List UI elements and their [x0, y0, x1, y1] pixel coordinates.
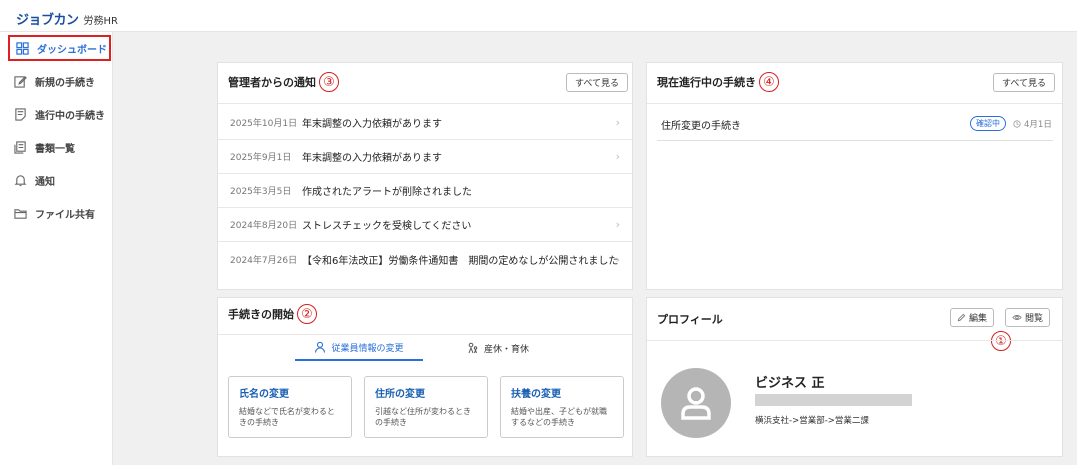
- notice-row[interactable]: 2025年10月1日 年末調整の入力依頼があります ›: [218, 106, 632, 140]
- notice-row[interactable]: 2024年8月20日 ストレスチェックを受検してください ›: [218, 208, 632, 242]
- avatar[interactable]: [661, 368, 731, 438]
- sidebar-item-label: 進行中の手続き: [35, 110, 105, 122]
- notice-row[interactable]: 2024年7月26日 【令和6年法改正】労働条件通知書 期間の定めなしが公開され…: [218, 242, 632, 276]
- procedure-card-desc: 引越など住所が変わるときの手続き: [375, 407, 471, 427]
- annotation-3: ③: [319, 72, 339, 92]
- sidebar-item-new-procedure[interactable]: 新規の手続き: [8, 68, 111, 94]
- status-badge: 確認中: [970, 116, 1006, 131]
- notices-see-all-button[interactable]: すべて見る: [566, 73, 629, 92]
- eye-icon: [1012, 315, 1022, 320]
- pencil-icon: [957, 313, 966, 322]
- notice-date: 2024年8月20日: [230, 221, 298, 231]
- divider: [218, 103, 632, 104]
- procedure-name: 住所変更の手続き: [661, 121, 741, 132]
- clock-icon: [1013, 120, 1021, 128]
- procedure-card-address-change[interactable]: 住所の変更 引越など住所が変わるときの手続き: [364, 376, 488, 438]
- divider: [218, 334, 632, 335]
- logo-main: ジョブカン: [16, 13, 79, 28]
- admin-notices-card: 管理者からの通知 ③ すべて見る 2025年10月1日 年末調整の入力依頼があり…: [217, 62, 633, 290]
- sidebar-item-in-progress[interactable]: 進行中の手続き: [8, 101, 111, 127]
- profile-card: プロフィール 編集 閲覧 ① ビジネス 正 横浜支社->営業部->営業二課: [646, 297, 1063, 457]
- notice-text: 作成されたアラートが削除されました: [302, 187, 472, 198]
- tab-maternity-leave[interactable]: 産休・育休: [458, 335, 538, 361]
- procedure-card-name-change[interactable]: 氏名の変更 結婚などで氏名が変わるときの手続き: [228, 376, 352, 438]
- start-procedure-card: 手続きの開始 ② 従業員情報の変更 産休・育休 氏名の変更 結婚などで氏名が変わ…: [217, 297, 633, 457]
- bell-icon: [14, 174, 27, 187]
- annotation-2: ②: [297, 304, 317, 324]
- sidebar-item-notifications[interactable]: 通知: [8, 167, 111, 193]
- procedure-card-title: 住所の変更: [375, 389, 425, 400]
- sidebar-item-documents[interactable]: 書類一覧: [8, 134, 111, 160]
- folder-icon: [14, 207, 27, 220]
- annotation-4: ④: [759, 72, 779, 92]
- procedure-card-desc: 結婚などで氏名が変わるときの手続き: [239, 407, 335, 427]
- sidebar-item-label: 新規の手続き: [35, 77, 95, 89]
- top-bar: ジョブカン 労務HR: [0, 0, 1077, 32]
- notice-date: 2025年10月1日: [230, 119, 298, 129]
- notice-text: 年末調整の入力依頼があります: [302, 153, 442, 164]
- sidebar: ダッシュボード 新規の手続き 進行中の手続き 書類一覧 通知 ファイル共有: [0, 32, 113, 465]
- notice-date: 2025年9月1日: [230, 153, 292, 163]
- documents-icon: [14, 140, 27, 154]
- document-list-icon: [14, 107, 27, 121]
- chevron-right-icon: ›: [615, 116, 620, 129]
- chevron-right-icon: ›: [615, 252, 620, 266]
- user-silhouette-icon: [681, 387, 711, 420]
- sidebar-item-label: ファイル共有: [35, 209, 95, 221]
- dashboard-grid-icon: [16, 41, 29, 55]
- start-title: 手続きの開始 ②: [228, 304, 317, 324]
- profile-name: ビジネス 正: [755, 376, 825, 391]
- sidebar-item-dashboard[interactable]: ダッシュボード: [8, 35, 111, 61]
- notice-row[interactable]: 2025年9月1日 年末調整の入力依頼があります ›: [218, 140, 632, 174]
- procedure-date: 4月1日: [1013, 118, 1052, 130]
- profile-department: 横浜支社->営業部->営業二課: [755, 416, 869, 426]
- notice-text: 年末調整の入力依頼があります: [302, 119, 442, 130]
- in-progress-card: 現在進行中の手続き ④ すべて見る 住所変更の手続き 確認中 4月1日: [646, 62, 1063, 290]
- profile-body: ビジネス 正 横浜支社->営業部->営業二課: [647, 340, 1062, 456]
- chevron-right-icon: ›: [615, 150, 620, 163]
- tab-employee-info[interactable]: 従業員情報の変更: [295, 335, 423, 361]
- notice-date: 2024年7月26日: [230, 255, 298, 266]
- sidebar-item-label: ダッシュボード: [37, 44, 107, 56]
- person-icon: [315, 341, 326, 353]
- notice-date: 2025年3月5日: [230, 187, 292, 197]
- in-progress-title: 現在進行中の手続き ④: [657, 72, 779, 92]
- procedure-card-title: 氏名の変更: [239, 389, 289, 400]
- in-progress-see-all-button[interactable]: すべて見る: [993, 73, 1056, 92]
- notice-text: 【令和6年法改正】労働条件通知書 期間の定めなしが公開されました: [302, 255, 619, 267]
- procedure-card-dependent-change[interactable]: 扶養の変更 結婚や出産、子どもが就職するなどの手続き: [500, 376, 624, 438]
- notice-text: ストレスチェックを受検してください: [302, 221, 472, 232]
- profile-title: プロフィール: [657, 313, 723, 326]
- logo-sub: 労務HR: [83, 16, 118, 27]
- divider: [647, 103, 1062, 104]
- sidebar-item-label: 書類一覧: [35, 143, 75, 155]
- profile-edit-button[interactable]: 編集: [950, 308, 995, 327]
- app-logo[interactable]: ジョブカン 労務HR: [16, 9, 118, 28]
- redacted-bar: [755, 394, 912, 406]
- notices-title: 管理者からの通知 ③: [228, 72, 339, 92]
- procedure-card-desc: 結婚や出産、子どもが就職するなどの手続き: [511, 407, 607, 427]
- family-icon: [468, 342, 478, 354]
- notice-row[interactable]: 2025年3月5日 作成されたアラートが削除されました: [218, 174, 632, 208]
- sidebar-item-label: 通知: [35, 176, 55, 188]
- sidebar-item-file-share[interactable]: ファイル共有: [8, 200, 111, 226]
- chevron-right-icon: ›: [615, 218, 620, 231]
- edit-icon: [14, 75, 27, 88]
- profile-view-button[interactable]: 閲覧: [1005, 308, 1051, 327]
- procedure-card-title: 扶養の変更: [511, 389, 561, 400]
- in-progress-row[interactable]: 住所変更の手続き 確認中 4月1日: [657, 105, 1053, 141]
